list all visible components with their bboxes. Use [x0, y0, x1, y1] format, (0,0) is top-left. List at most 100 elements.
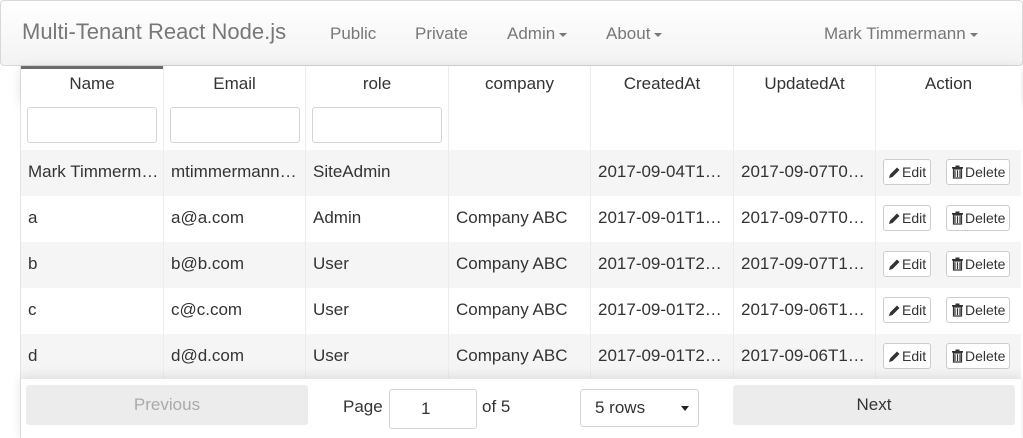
table-row: c c@c.com User Company ABC 2017-09-01T2…… — [21, 288, 1021, 334]
nav-admin-label: Admin — [507, 24, 556, 43]
edit-button[interactable]: Edit — [883, 205, 932, 231]
cell-createdat: 2017-09-01T2… — [591, 288, 734, 334]
cell-email: b@b.com — [164, 242, 306, 288]
cell-email: mtimmermann@live.com — [164, 150, 306, 196]
filter-cell — [591, 102, 734, 150]
delete-button[interactable]: Delete — [946, 205, 1011, 231]
table-row: b b@b.com User Company ABC 2017-09-01T2…… — [21, 242, 1021, 288]
cell-company: Company ABC — [449, 242, 591, 288]
edit-label: Edit — [902, 256, 927, 272]
previous-button[interactable]: Previous — [26, 385, 308, 425]
cell-name: d — [21, 334, 164, 380]
cell-name: c — [21, 288, 164, 334]
nav-private[interactable]: Private — [415, 24, 468, 44]
cell-company: Company ABC — [449, 196, 591, 242]
cell-createdat: 2017-09-04T1… — [591, 150, 734, 196]
cell-updatedat: 2017-09-07T1… — [734, 242, 876, 288]
trash-icon — [952, 303, 963, 317]
filter-row — [21, 102, 1021, 150]
filter-email-input[interactable] — [170, 107, 300, 143]
rows-per-page-select[interactable]: 5 rows — [580, 389, 699, 427]
edit-button[interactable]: Edit — [883, 297, 932, 323]
filter-cell — [734, 102, 876, 150]
pencil-icon — [889, 351, 900, 362]
pencil-icon — [889, 167, 900, 178]
chevron-down-icon — [654, 32, 663, 37]
cell-company: Company ABC — [449, 288, 591, 334]
page-label: Page — [343, 397, 383, 416]
chevron-down-icon — [559, 32, 568, 37]
cell-role: SiteAdmin — [306, 150, 449, 196]
cell-createdat: 2017-09-01T1… — [591, 196, 734, 242]
cell-email: a@a.com — [164, 196, 306, 242]
user-name: Mark Timmermann — [824, 24, 966, 43]
column-header-company[interactable]: company — [449, 66, 591, 102]
filter-cell — [306, 102, 449, 150]
cell-email: d@d.com — [164, 334, 306, 380]
cell-company — [449, 150, 591, 196]
pencil-icon — [889, 213, 900, 224]
delete-label: Delete — [965, 164, 1006, 180]
filter-name-input[interactable] — [27, 107, 157, 143]
cell-createdat: 2017-09-01T2… — [591, 334, 734, 380]
cell-role: User — [306, 334, 449, 380]
table-row: Mark Timmermann mtimmermann@live.com Sit… — [21, 150, 1021, 196]
column-header-createdat[interactable]: CreatedAt — [591, 66, 734, 102]
table-row: d d@d.com User Company ABC 2017-09-01T2…… — [21, 334, 1021, 380]
edit-label: Edit — [902, 210, 927, 226]
delete-button[interactable]: Delete — [946, 297, 1011, 323]
nav-admin-dropdown[interactable]: Admin — [507, 24, 568, 44]
pagination-bar: Previous Page 1 of 5 5 rows Next — [21, 378, 1021, 438]
cell-updatedat: 2017-09-06T1… — [734, 288, 876, 334]
edit-button[interactable]: Edit — [883, 251, 932, 277]
table-header: Name Email role company CreatedAt Update… — [21, 66, 1021, 102]
cell-role: User — [306, 288, 449, 334]
trash-icon — [952, 257, 963, 271]
trash-icon — [952, 165, 963, 179]
edit-label: Edit — [902, 348, 927, 364]
delete-label: Delete — [965, 256, 1006, 272]
cell-role: Admin — [306, 196, 449, 242]
cell-name: a — [21, 196, 164, 242]
filter-role-input[interactable] — [312, 107, 442, 143]
filter-cell — [164, 102, 306, 150]
delete-label: Delete — [965, 348, 1006, 364]
trash-icon — [952, 211, 963, 225]
column-header-email[interactable]: Email — [164, 66, 306, 102]
chevron-down-icon — [969, 32, 978, 37]
chevron-down-icon — [681, 406, 689, 411]
edit-label: Edit — [902, 302, 927, 318]
cell-role: User — [306, 242, 449, 288]
delete-button[interactable]: Delete — [946, 159, 1011, 185]
edit-label: Edit — [902, 164, 927, 180]
delete-label: Delete — [965, 210, 1006, 226]
column-header-action: Action — [924, 74, 973, 93]
edit-button[interactable]: Edit — [883, 343, 932, 369]
table-row: a a@a.com Admin Company ABC 2017-09-01T1… — [21, 196, 1021, 242]
delete-button[interactable]: Delete — [946, 343, 1011, 369]
column-header-role[interactable]: role — [306, 66, 449, 102]
filter-cell — [449, 102, 591, 150]
pencil-icon — [889, 305, 900, 316]
page-total-label: of 5 — [482, 397, 511, 416]
edit-button[interactable]: Edit — [883, 159, 932, 185]
brand-link[interactable]: Multi-Tenant React Node.js — [22, 19, 286, 45]
delete-button[interactable]: Delete — [946, 251, 1011, 277]
cell-updatedat: 2017-09-06T1… — [734, 334, 876, 380]
cell-email: c@c.com — [164, 288, 306, 334]
delete-label: Delete — [965, 302, 1006, 318]
column-header-updatedat[interactable]: UpdatedAt — [734, 66, 876, 102]
users-table: Name Email role company CreatedAt Update… — [20, 66, 1021, 438]
next-button[interactable]: Next — [733, 385, 1015, 425]
user-menu-dropdown[interactable]: Mark Timmermann — [824, 24, 978, 44]
nav-public[interactable]: Public — [330, 24, 376, 44]
cell-name: Mark Timmermann — [21, 150, 164, 196]
cell-company: Company ABC — [449, 334, 591, 380]
cell-createdat: 2017-09-01T2… — [591, 242, 734, 288]
column-header-name[interactable]: Name — [21, 66, 164, 102]
page-number-input[interactable]: 1 — [389, 389, 477, 429]
nav-about-dropdown[interactable]: About — [606, 24, 663, 44]
navbar: Multi-Tenant React Node.js Public Privat… — [0, 0, 1023, 66]
cell-name: b — [21, 242, 164, 288]
trash-icon — [952, 349, 963, 363]
